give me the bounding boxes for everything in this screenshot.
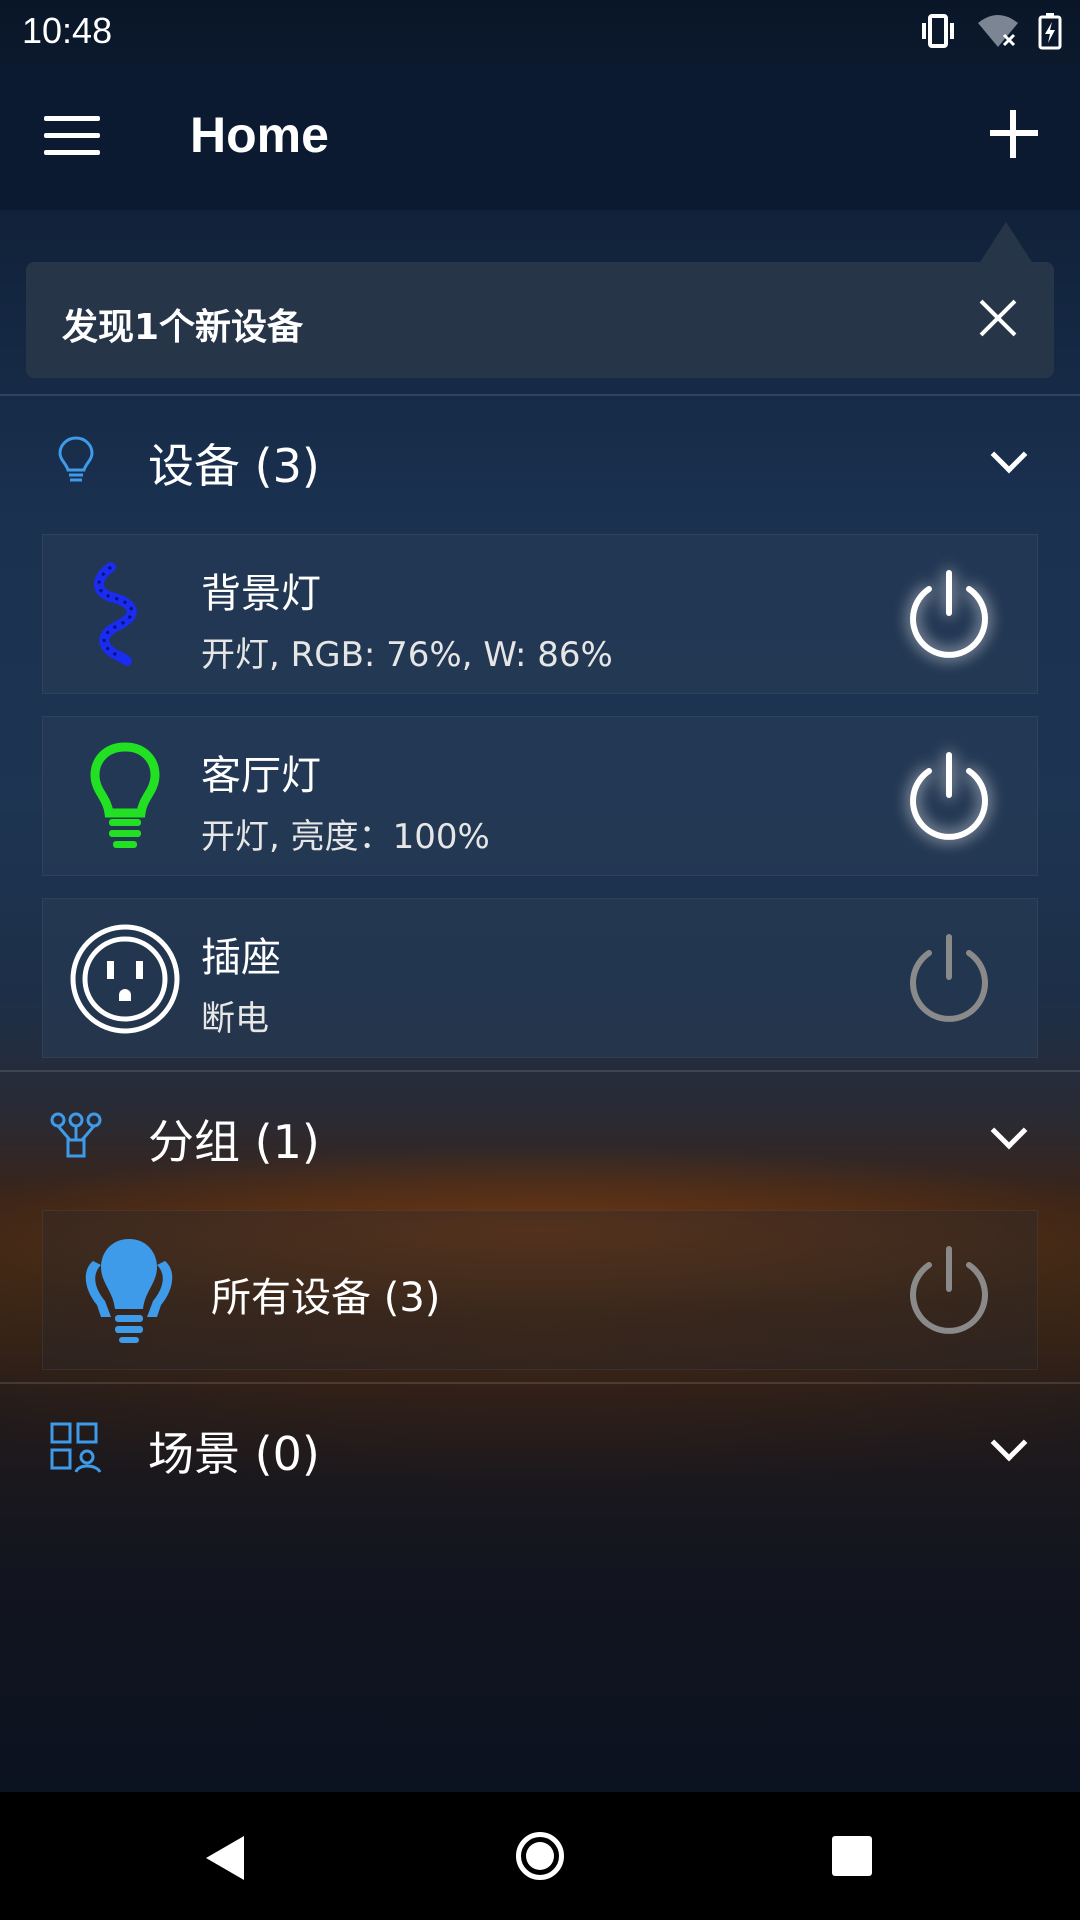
- menu-icon[interactable]: [44, 116, 100, 160]
- group-icon: [50, 1112, 102, 1158]
- chevron-down-icon[interactable]: [990, 436, 1028, 474]
- bulb-group-icon: [85, 1239, 173, 1343]
- add-icon[interactable]: [984, 104, 1044, 164]
- status-bar: 10:48: [0, 0, 1080, 64]
- banner-text: 发现1个新设备: [62, 307, 304, 348]
- group-card-all-devices[interactable]: 所有设备 (3): [42, 1210, 1038, 1370]
- banner-pointer: [980, 222, 1032, 262]
- device-name: 客厅灯: [201, 753, 321, 799]
- back-icon[interactable]: [206, 1836, 244, 1880]
- chevron-down-icon[interactable]: [990, 1112, 1028, 1150]
- device-status: 开灯, 亮度：100%: [201, 817, 490, 857]
- divider: [0, 1382, 1080, 1384]
- home-icon[interactable]: [516, 1832, 564, 1880]
- device-name: 背景灯: [201, 571, 321, 617]
- bulb-icon: [90, 742, 160, 848]
- new-device-banner[interactable]: 发现1个新设备: [26, 262, 1054, 378]
- device-status: 断电: [201, 999, 269, 1039]
- led-strip-icon: [94, 562, 137, 666]
- divider: [0, 1070, 1080, 1072]
- section-groups-header[interactable]: 分组 (1): [0, 1076, 1080, 1196]
- power-icon[interactable]: [899, 929, 999, 1029]
- device-card-socket[interactable]: 插座 断电: [42, 898, 1038, 1058]
- battery-charging-icon: [1038, 13, 1062, 50]
- section-devices-header[interactable]: 设备 (3): [0, 400, 1080, 520]
- chevron-down-icon[interactable]: [990, 1424, 1028, 1462]
- section-groups-title: 分组 (1): [148, 1115, 320, 1169]
- power-icon[interactable]: [899, 747, 999, 847]
- status-icons: [918, 12, 1062, 50]
- section-scenes-header[interactable]: 场景 (0): [0, 1388, 1080, 1508]
- section-scenes-title: 场景 (0): [148, 1427, 320, 1481]
- system-nav-bar: [0, 1792, 1080, 1920]
- section-devices-title: 设备 (3): [148, 439, 320, 493]
- vibrate-icon: [922, 14, 954, 48]
- recent-apps-icon[interactable]: [832, 1836, 872, 1876]
- bulb-outline-icon: [58, 436, 94, 482]
- close-icon[interactable]: [978, 298, 1018, 338]
- device-status: 开灯, RGB: 76%, W: 86%: [201, 635, 613, 675]
- device-card-background-light[interactable]: 背景灯 开灯, RGB: 76%, W: 86%: [42, 534, 1038, 694]
- wifi-off-icon: [978, 15, 1018, 47]
- device-name: 插座: [201, 935, 281, 981]
- scene-icon: [50, 1422, 102, 1473]
- group-name: 所有设备 (3): [211, 1275, 441, 1321]
- divider: [0, 394, 1080, 396]
- device-card-living-room-light[interactable]: 客厅灯 开灯, 亮度：100%: [42, 716, 1038, 876]
- status-time: 10:48: [22, 10, 113, 51]
- page-title: Home: [190, 107, 329, 163]
- socket-icon: [70, 924, 180, 1034]
- app-bar: Home: [0, 64, 1080, 210]
- power-icon[interactable]: [899, 1241, 999, 1341]
- power-icon[interactable]: [899, 565, 999, 665]
